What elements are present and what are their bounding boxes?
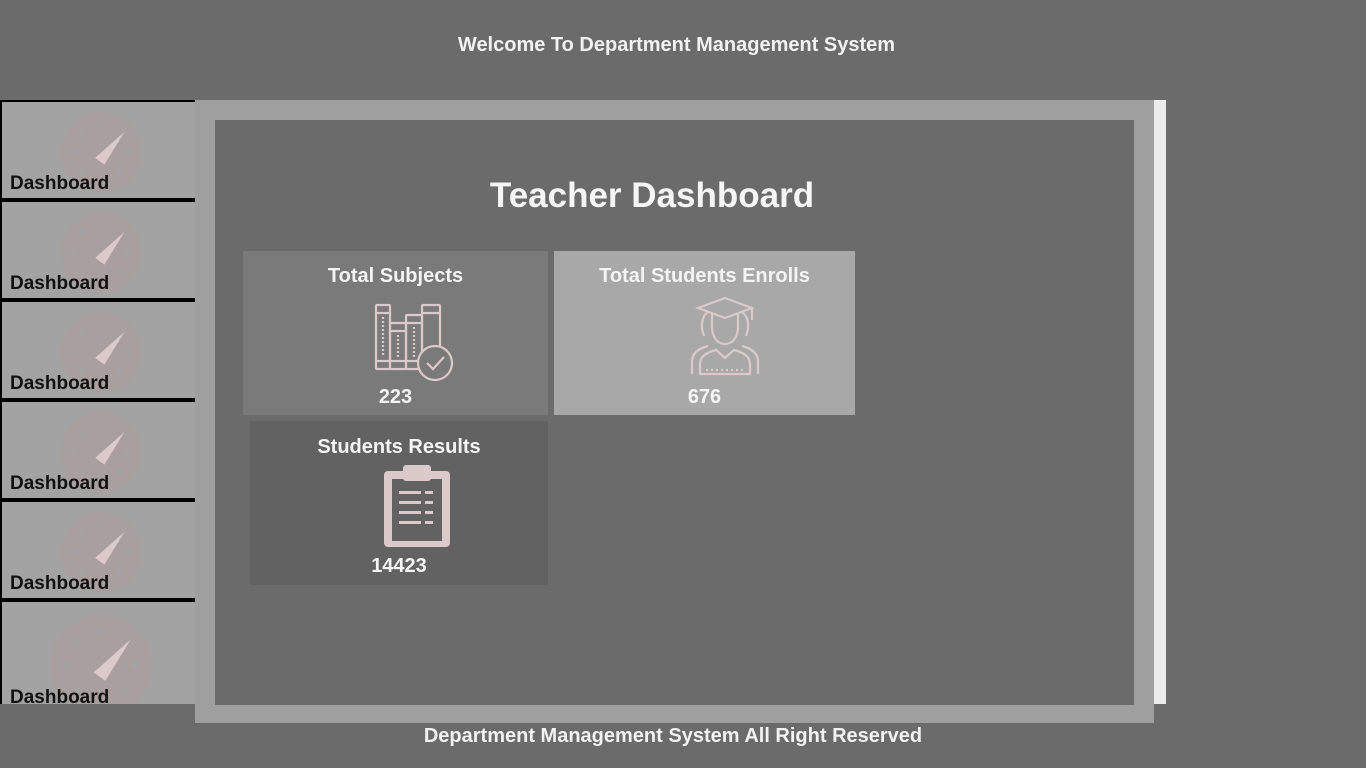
card-title: Total Subjects <box>327 265 464 287</box>
main-frame: Teacher Dashboard Total Subjects 223 Tot… <box>195 100 1154 723</box>
card-value: 676 <box>687 386 722 408</box>
clipboard-icon <box>384 465 450 547</box>
sidebar-item-label: Dashboard <box>10 473 110 494</box>
graduate-students-icon <box>690 296 760 376</box>
card-title: Students Results <box>317 436 481 458</box>
card-value: 223 <box>378 386 413 408</box>
scrollbar[interactable] <box>1154 100 1166 704</box>
sidebar-item-label: Dashboard <box>10 687 110 704</box>
sidebar-item-label: Dashboard <box>10 573 110 594</box>
sidebar-item-label: Dashboard <box>10 173 110 194</box>
sidebar-item-dashboard-4[interactable]: Dashboard <box>2 402 198 498</box>
total-subjects-card[interactable]: Total Subjects 223 <box>243 251 548 415</box>
sidebar-item-dashboard-1[interactable]: Dashboard <box>2 102 198 198</box>
total-students-enrolls-card[interactable]: Total Students Enrolls 676 <box>554 251 855 415</box>
sidebar-item-dashboard-3[interactable]: Dashboard <box>2 302 198 398</box>
card-title: Total Students Enrolls <box>599 265 810 287</box>
sidebar-item-label: Dashboard <box>10 273 110 294</box>
page-title: Teacher Dashboard <box>489 176 815 215</box>
books-check-icon <box>374 303 454 382</box>
sidebar-item-dashboard-6[interactable]: Dashboard <box>2 602 198 704</box>
sidebar-item-dashboard-2[interactable]: Dashboard <box>2 202 198 298</box>
card-value: 14423 <box>371 555 427 577</box>
footer-copyright: Department Management System All Right R… <box>423 725 923 747</box>
sidebar-item-dashboard-5[interactable]: Dashboard <box>2 502 198 598</box>
students-results-card[interactable]: Students Results 14423 <box>250 421 548 585</box>
sidebar: Dashboard Dashboard Dashboard Dashboard … <box>0 100 200 704</box>
app-title: Welcome To Department Management System <box>457 34 896 56</box>
dashboard-content: Teacher Dashboard Total Subjects 223 Tot… <box>215 120 1134 705</box>
sidebar-item-label: Dashboard <box>10 373 110 394</box>
